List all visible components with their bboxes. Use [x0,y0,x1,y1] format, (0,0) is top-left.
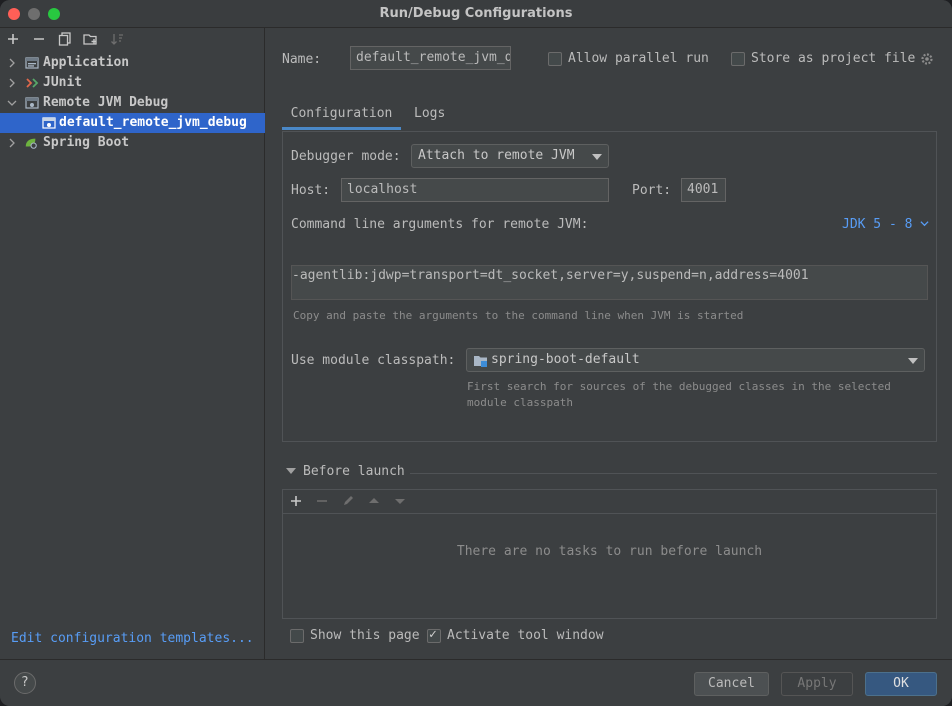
debugger-mode-label: Debugger mode: [291,149,401,164]
show-this-page-label: Show this page [310,628,420,643]
name-field[interactable]: default_remote_jvm_debug [350,46,511,70]
section-divider [410,473,937,474]
allow-parallel-run-label: Allow parallel run [568,51,709,66]
jdk-version-label: JDK 5 - 8 [842,217,913,232]
allow-parallel-run-checkbox[interactable] [548,52,562,66]
debugger-mode-dropdown[interactable]: Attach to remote JVM [411,144,609,168]
move-up-icon[interactable] [365,492,383,512]
remote-debug-icon [42,117,56,129]
tree-item-remote-jvm-debug[interactable]: Remote JVM Debug [0,93,265,113]
copy-icon[interactable] [56,32,74,50]
host-label: Host: [291,183,331,198]
tree-item-application[interactable]: Application [0,53,265,73]
edit-configuration-templates-link[interactable]: Edit configuration templates... [11,631,254,646]
window-title: Run/Debug Configurations [379,6,573,21]
debugger-mode-value: Attach to remote JVM [418,148,575,163]
configurations-tree-pane: Application JUnit Remote JVM Debug defau… [0,28,265,659]
activate-tool-window-label: Activate tool window [447,628,604,643]
title-bar: Run/Debug Configurations [0,0,952,28]
tab-logs[interactable]: Logs [414,98,445,130]
no-tasks-message: There are no tasks to run before launch [456,544,763,559]
store-as-project-file-checkbox[interactable] [731,52,745,66]
module-classpath-label: Use module classpath: [291,353,456,368]
ok-button[interactable]: OK [865,672,937,696]
configuration-panel: Debugger mode: Attach to remote JVM Host… [282,131,937,442]
chevron-down-icon[interactable] [7,98,17,108]
junit-icon [26,78,39,88]
tree-item-label: JUnit [43,75,83,90]
tree-item-spring-boot[interactable]: Spring Boot [0,133,265,153]
run-debug-configurations-dialog: Run/Debug Configurations Application JUn… [0,0,952,706]
activate-tool-window-checkbox[interactable] [427,627,441,643]
module-classpath-hint-line-2: module classpath [467,396,573,409]
tree-item-label: default_remote_jvm_debug [59,115,247,130]
help-button[interactable]: ? [14,672,36,694]
dialog-footer: ? Cancel Apply OK [0,659,952,706]
minus-icon[interactable] [30,32,48,50]
host-field[interactable]: localhost [341,178,609,202]
show-this-page-checkbox[interactable] [290,629,304,643]
chevron-down-icon [920,221,929,227]
cmdline-args-hint: Copy and paste the arguments to the comm… [293,309,744,322]
name-label: Name: [282,52,322,67]
edit-task-icon[interactable] [339,492,357,512]
spring-boot-icon [25,138,37,149]
cancel-button[interactable]: Cancel [694,672,769,696]
tree-item-default-remote-jvm-debug[interactable]: default_remote_jvm_debug [0,113,265,133]
remote-debug-icon [25,97,39,109]
before-launch-task-list: There are no tasks to run before launch [282,489,937,619]
tree-item-label: Remote JVM Debug [43,95,169,110]
add-task-icon[interactable] [287,492,305,512]
chevron-down-icon [592,154,602,160]
plus-icon[interactable] [4,32,22,50]
chevron-right-icon[interactable] [7,78,17,88]
tree-item-junit[interactable]: JUnit [0,73,265,93]
module-classpath-value: spring-boot-default [491,352,640,367]
collapse-triangle-icon[interactable] [286,468,296,476]
tab-configuration[interactable]: Configuration [282,98,401,130]
chevron-down-icon [908,358,918,364]
port-label: Port: [632,183,672,198]
remove-task-icon[interactable] [313,492,331,512]
jdk-version-selector[interactable]: JDK 5 - 8 [842,217,929,232]
cmdline-args-label: Command line arguments for remote JVM: [291,217,589,232]
port-field[interactable]: 4001 [681,178,726,202]
module-folder-icon [474,356,487,367]
module-classpath-hint-line-1: First search for sources of the debugged… [467,380,891,393]
cmdline-args-field[interactable]: -agentlib:jdwp=transport=dt_socket,serve… [291,265,928,300]
store-as-project-file-label: Store as project file [751,51,916,66]
application-icon [25,57,39,69]
module-classpath-dropdown[interactable]: spring-boot-default [466,348,925,372]
sort-icon[interactable] [108,32,126,50]
tree-item-label: Spring Boot [43,135,130,150]
chevron-right-icon[interactable] [7,58,17,68]
gear-icon[interactable] [920,52,934,66]
tree-item-label: Application [43,55,130,70]
move-down-icon[interactable] [391,492,409,512]
configuration-editor-pane: Name: default_remote_jvm_debug Allow par… [266,28,952,659]
apply-button[interactable]: Apply [781,672,853,696]
before-launch-toolbar [283,490,936,514]
folder-plus-icon[interactable] [82,32,100,50]
before-launch-title: Before launch [303,464,405,479]
chevron-right-icon[interactable] [7,138,17,148]
